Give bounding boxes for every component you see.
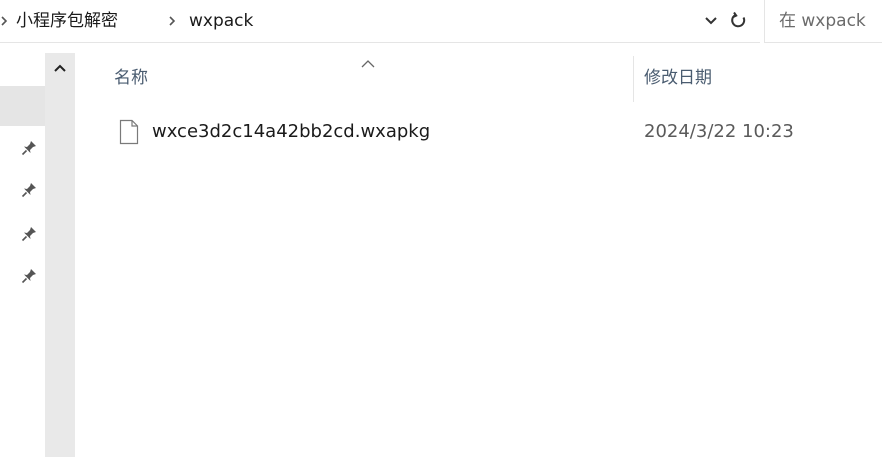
chevron-down-icon [705,17,717,25]
chevron-up-icon [54,64,66,72]
nav-scroll-up-button[interactable] [45,53,75,83]
file-icon [119,119,139,145]
chevron-right-icon[interactable] [0,11,14,31]
search-placeholder: 在 wxpack [779,11,866,31]
pin-icon[interactable] [20,225,38,243]
pin-icon[interactable] [20,267,38,285]
address-bar[interactable]: 小程序包解密 wxpack [0,0,760,43]
address-history-dropdown[interactable] [700,10,722,32]
file-name[interactable]: wxce3d2c14a42bb2cd.wxapkg [152,118,430,146]
nav-pane-item-selected[interactable] [0,86,45,126]
chevron-right-icon[interactable] [168,11,178,38]
nav-pane-scrollbar[interactable] [45,53,75,457]
file-list-row[interactable]: wxce3d2c14a42bb2cd.wxapkg 2024/3/22 10:2… [110,113,882,151]
file-date-modified: 2024/3/22 10:23 [644,121,794,142]
breadcrumb-item-current[interactable]: wxpack [189,8,253,34]
breadcrumb-item[interactable]: 小程序包解密 [16,8,118,34]
column-header-date-modified[interactable]: 修改日期 [644,62,882,100]
search-input[interactable]: 在 wxpack [764,0,882,43]
refresh-button[interactable] [724,7,754,35]
pin-icon[interactable] [20,139,38,157]
column-header-name[interactable]: 名称 [114,62,624,100]
pin-icon[interactable] [20,181,38,199]
refresh-icon [731,11,746,28]
column-divider[interactable] [633,56,634,102]
